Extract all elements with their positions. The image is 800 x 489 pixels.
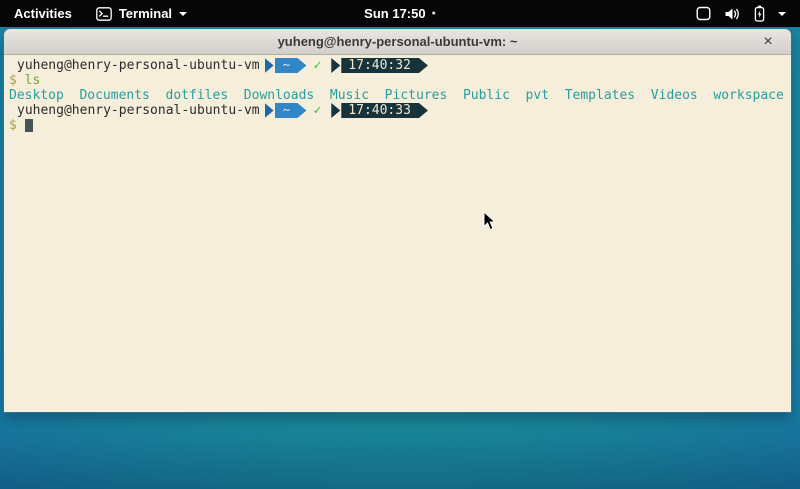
window-title: yuheng@henry-personal-ubuntu-vm: ~ <box>4 34 791 49</box>
volume-icon <box>724 6 741 22</box>
close-button[interactable]: × <box>757 29 779 55</box>
screen: Activities Terminal Sun 17:50 ● <box>0 0 800 489</box>
terminal-screen[interactable]: yuheng@henry-personal-ubuntu-vm ~ ✓ 17:4… <box>4 55 791 412</box>
prompt-time-segment: 17:40:33 <box>341 103 428 118</box>
prompt-user: yuheng@henry-personal-ubuntu-vm <box>9 58 260 73</box>
window-titlebar[interactable]: yuheng@henry-personal-ubuntu-vm: ~ × <box>4 29 791 55</box>
prompt-line-1: yuheng@henry-personal-ubuntu-vm ~ ✓ 17:4… <box>9 58 786 73</box>
prompt-cwd-segment: ~ <box>275 58 307 73</box>
status-check-icon: ✓ <box>313 103 321 118</box>
system-tray[interactable] <box>682 0 800 27</box>
app-menu-arrow-icon <box>179 12 187 16</box>
app-menu-terminal[interactable]: Terminal <box>86 0 197 27</box>
powerline-arrow-icon <box>265 58 274 73</box>
powerline-arrow-icon <box>331 58 340 73</box>
powerline-arrow-icon <box>331 103 340 118</box>
app-menu-label: Terminal <box>119 6 172 21</box>
ls-output-line: Desktop Documents dotfiles Downloads Mus… <box>9 88 786 103</box>
battery-charging-icon <box>754 5 765 22</box>
notification-dot-icon: ● <box>432 0 436 27</box>
terminal-block-cursor <box>25 119 33 132</box>
clock[interactable]: Sun 17:50 <box>364 6 425 21</box>
typed-command: ls <box>25 73 41 88</box>
prompt-user: yuheng@henry-personal-ubuntu-vm <box>9 103 260 118</box>
terminal-window: yuheng@henry-personal-ubuntu-vm: ~ × yuh… <box>3 28 792 413</box>
prompt-line-2: yuheng@henry-personal-ubuntu-vm ~ ✓ 17:4… <box>9 103 786 118</box>
prompt-time-segment: 17:40:32 <box>341 58 428 73</box>
display-icon <box>696 6 711 21</box>
command-line-1: $ ls <box>9 73 786 88</box>
activities-button[interactable]: Activities <box>0 0 86 27</box>
command-line-2: $ <box>9 118 786 133</box>
powerline-arrow-icon <box>265 103 274 118</box>
terminal-icon <box>96 7 112 21</box>
prompt-dollar: $ <box>9 73 17 88</box>
top-bar: Activities Terminal Sun 17:50 ● <box>0 0 800 27</box>
prompt-dollar: $ <box>9 118 17 133</box>
top-bar-left: Activities Terminal <box>0 0 197 27</box>
status-check-icon: ✓ <box>313 58 321 73</box>
prompt-cwd-segment: ~ <box>275 103 307 118</box>
chevron-down-icon <box>778 12 786 16</box>
